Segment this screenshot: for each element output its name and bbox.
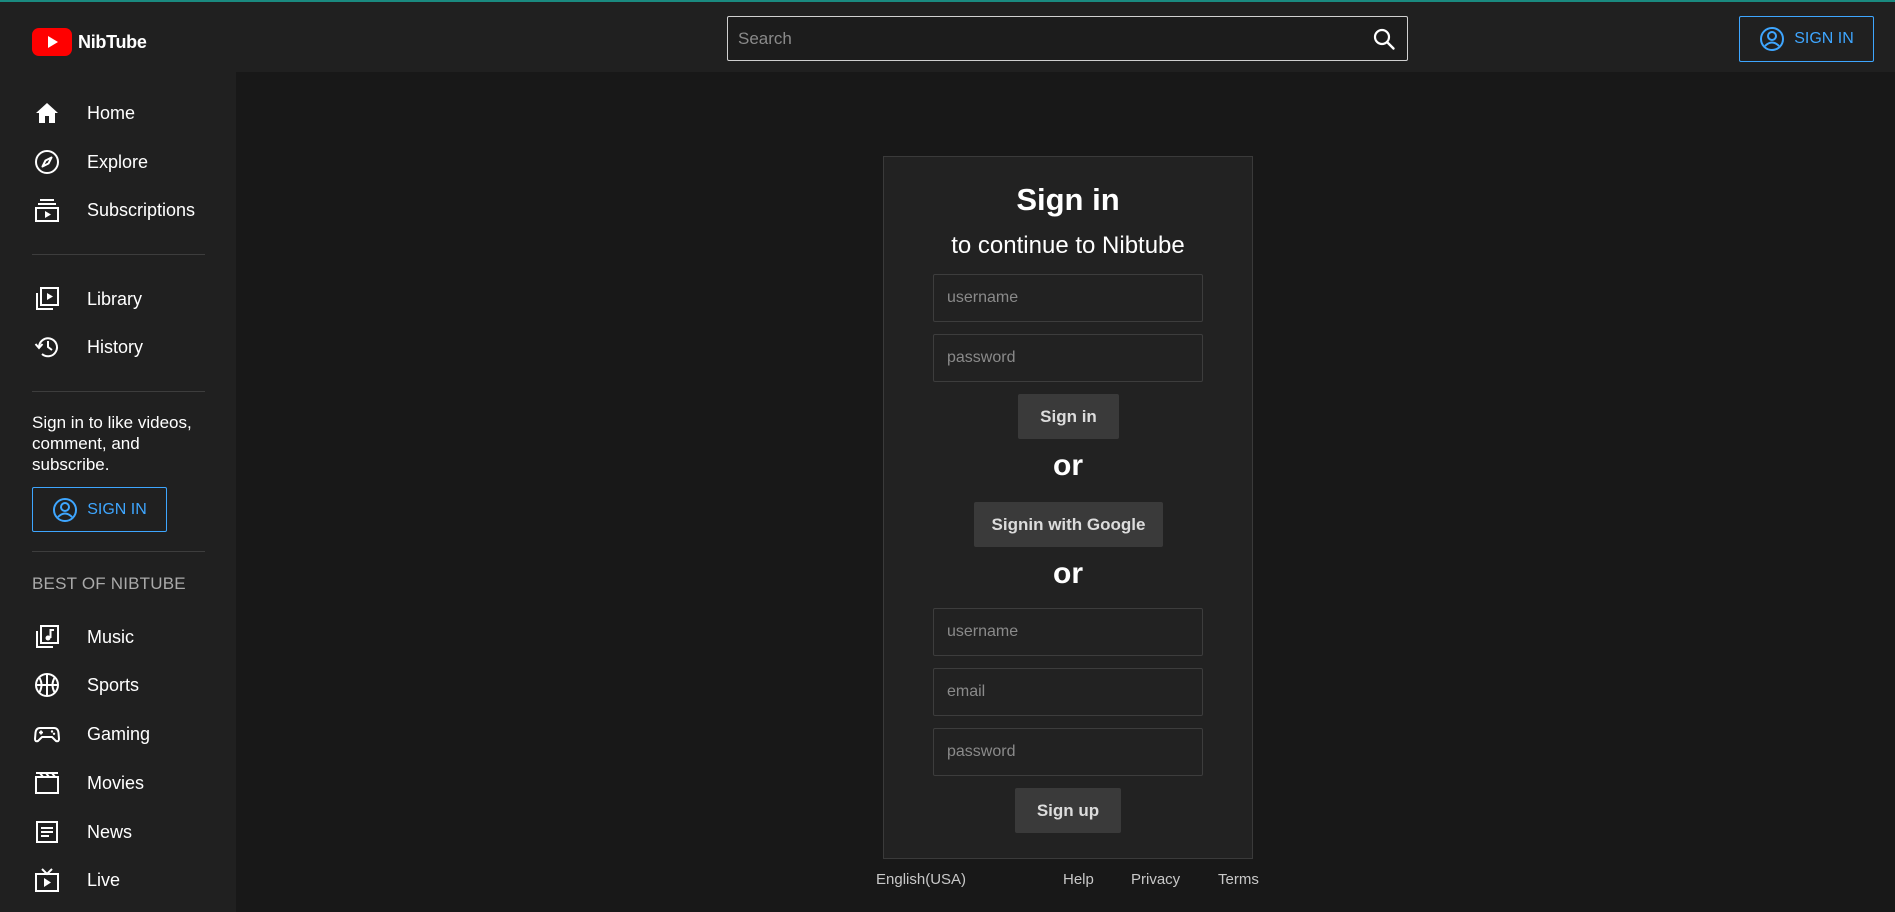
sidebar-item-label: Library <box>87 288 143 309</box>
sidebar-signin-label: SIGN IN <box>87 500 147 518</box>
sidebar-item-home[interactable]: Home <box>32 98 212 128</box>
sidebar-item-library[interactable]: Library <box>32 284 212 314</box>
login-username-field[interactable] <box>933 274 1203 322</box>
google-signin-button[interactable]: Signin with Google <box>974 502 1163 547</box>
sidebar-item-label: Gaming <box>87 723 151 744</box>
header-signin-label: SIGN IN <box>1794 30 1854 47</box>
account-circle-icon <box>1760 27 1785 51</box>
sidebar-item-label: Home <box>87 102 136 123</box>
sidebar-item-sports[interactable]: Sports <box>32 670 212 700</box>
sidebar-signin-message: Sign in to like videos, comment, and sub… <box>32 413 192 474</box>
privacy-link[interactable]: Privacy <box>1131 871 1180 888</box>
or-separator: or <box>1053 449 1083 482</box>
play-logo-icon <box>32 28 72 56</box>
account-circle-icon <box>53 497 78 522</box>
signup-submit-button[interactable]: Sign up <box>1015 788 1121 833</box>
sidebar-item-label: Subscriptions <box>87 199 196 220</box>
sidebar-item-news[interactable]: News <box>32 817 212 847</box>
subscriptions-icon <box>32 195 62 225</box>
sidebar-divider <box>32 254 205 255</box>
help-link[interactable]: Help <box>1063 871 1094 888</box>
home-icon <box>32 98 62 128</box>
login-password-field[interactable] <box>933 334 1203 382</box>
gaming-icon <box>32 719 62 749</box>
top-bar: NibTube SIGN IN <box>0 2 1895 72</box>
signin-submit-button[interactable]: Sign in <box>1018 394 1119 439</box>
news-icon <box>32 817 62 847</box>
sidebar-item-movies[interactable]: Movies <box>32 768 212 798</box>
library-icon <box>32 284 62 314</box>
sidebar: Home Explore Subscriptions Library Histo… <box>0 72 236 912</box>
signup-password-field[interactable] <box>933 728 1203 776</box>
sidebar-item-label: Explore <box>87 151 149 172</box>
sidebar-item-gaming[interactable]: Gaming <box>32 719 212 749</box>
sidebar-item-label: Music <box>87 626 135 647</box>
app-name: NibTube <box>78 31 147 52</box>
signin-subtitle: to continue to Nibtube <box>951 232 1185 259</box>
sidebar-item-label: Movies <box>87 772 145 793</box>
search-button[interactable] <box>1361 17 1407 60</box>
signup-email-field[interactable] <box>933 668 1203 716</box>
live-icon <box>32 865 62 895</box>
compass-icon <box>32 147 62 177</box>
language-link[interactable]: English(USA) <box>876 871 966 888</box>
sidebar-item-label: Live <box>87 869 121 890</box>
sidebar-item-label: News <box>87 821 133 842</box>
music-icon <box>32 622 62 652</box>
sidebar-divider <box>32 391 205 392</box>
signin-title: Sign in <box>1016 182 1120 217</box>
search-input[interactable] <box>728 28 1361 49</box>
sidebar-item-label: Sports <box>87 674 140 695</box>
sidebar-item-label: History <box>87 336 144 357</box>
signin-card: Sign in to continue to Nibtube Sign in o… <box>883 156 1253 859</box>
sidebar-item-history[interactable]: History <box>32 332 212 362</box>
logo[interactable]: NibTube <box>32 28 147 56</box>
sidebar-divider <box>32 551 205 552</box>
signup-username-field[interactable] <box>933 608 1203 656</box>
sidebar-item-live[interactable]: Live <box>32 865 212 895</box>
sidebar-item-explore[interactable]: Explore <box>32 147 212 177</box>
sidebar-item-subscriptions[interactable]: Subscriptions <box>32 195 212 225</box>
history-icon <box>32 332 62 362</box>
sports-icon <box>32 670 62 700</box>
section-heading: BEST OF NIBTUBE <box>32 574 186 593</box>
search-icon <box>1373 28 1395 50</box>
sidebar-item-music[interactable]: Music <box>32 622 212 652</box>
terms-link[interactable]: Terms <box>1218 871 1259 888</box>
or-separator: or <box>1053 557 1083 590</box>
movies-icon <box>32 768 62 798</box>
sidebar-signin-button[interactable]: SIGN IN <box>32 487 167 532</box>
header-signin-button[interactable]: SIGN IN <box>1739 16 1874 62</box>
search-bar <box>727 16 1408 61</box>
